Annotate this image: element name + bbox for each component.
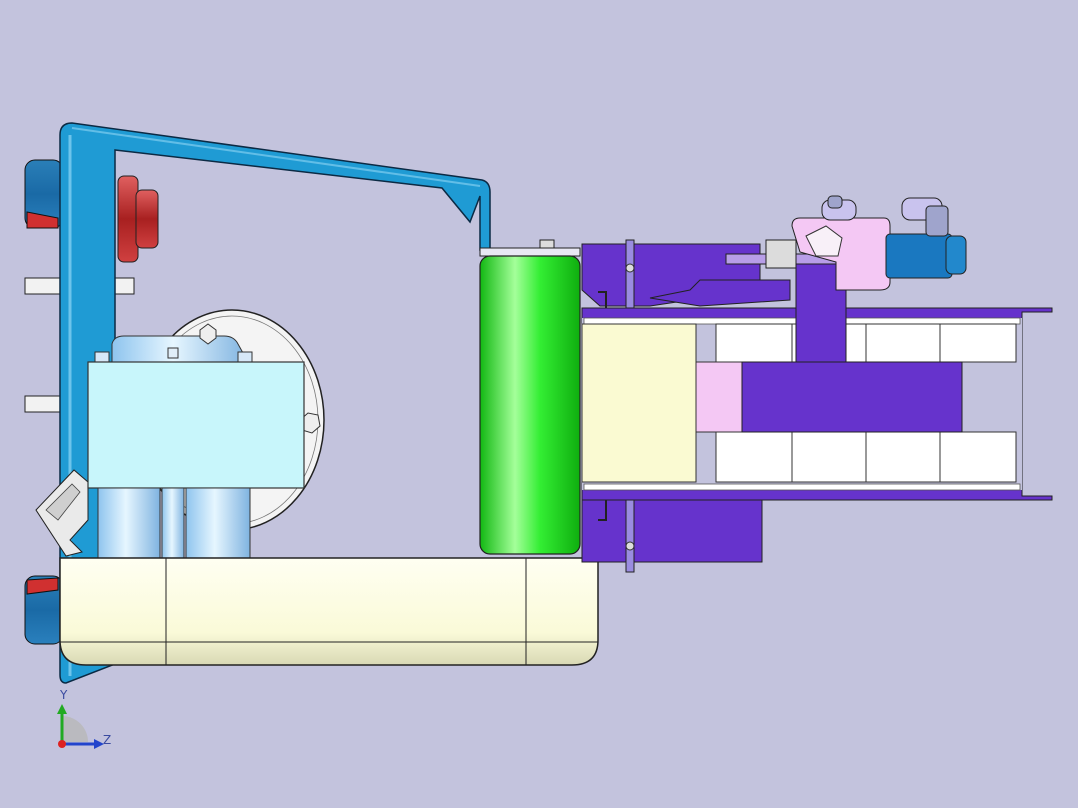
- base-block: [59, 557, 599, 666]
- air-fitting-left: [821, 195, 857, 221]
- purple-plate-bottom: [581, 497, 763, 563]
- yellow-block: [581, 323, 697, 483]
- red-knob: [117, 175, 159, 263]
- z-axis-label: Z: [103, 733, 112, 747]
- side-port-top: [24, 159, 64, 229]
- y-axis-label: Y: [60, 688, 68, 702]
- green-cylinder: [479, 239, 581, 555]
- axis-triad: [57, 704, 104, 749]
- cad-model: [24, 122, 1053, 749]
- cad-viewport[interactable]: Y Z: [0, 0, 1078, 808]
- air-fitting-right: [901, 197, 949, 237]
- side-port-bottom: [24, 575, 64, 645]
- side-pin-lower: [24, 395, 66, 413]
- purple-plate-top: [581, 243, 791, 307]
- pump-body: [87, 361, 305, 489]
- pump-legs: [97, 487, 251, 559]
- pink-block: [695, 361, 743, 433]
- valve-coil: [885, 233, 967, 279]
